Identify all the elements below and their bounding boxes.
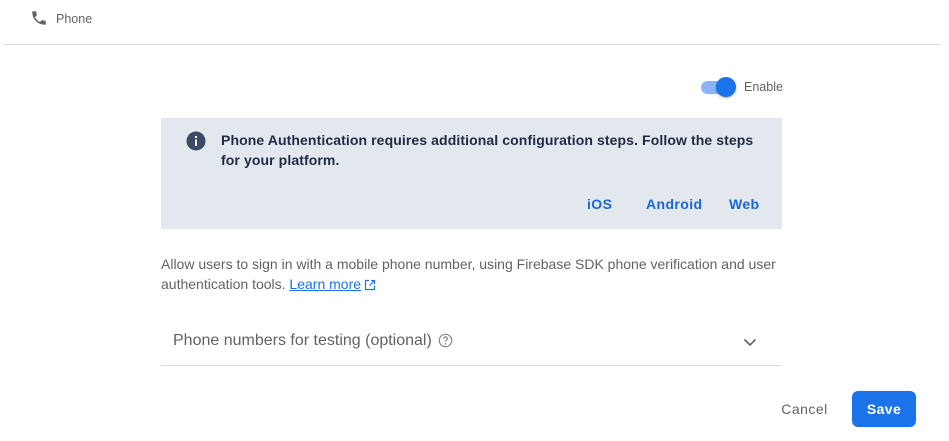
android-link[interactable]: Android <box>646 196 702 212</box>
external-link-icon[interactable] <box>364 279 376 291</box>
enable-toggle[interactable]: Enable <box>700 77 790 97</box>
learn-more-link[interactable]: Learn more <box>289 276 361 292</box>
web-link[interactable]: Web <box>729 196 760 212</box>
dialog-title: Phone <box>56 12 93 26</box>
testing-numbers-label: Phone numbers for testing (optional) <box>173 332 432 349</box>
toggle-label: Enable <box>744 80 783 94</box>
save-button[interactable]: Save <box>852 391 916 427</box>
description: Allow users to sign in with a mobile pho… <box>161 254 782 294</box>
chevron-down-icon[interactable] <box>741 333 759 351</box>
testing-numbers-expander[interactable]: Phone numbers for testing (optional) <box>161 318 782 366</box>
ios-link[interactable]: iOS <box>587 196 612 212</box>
info-text: Phone Authentication requires additional… <box>221 132 754 168</box>
toggle-thumb[interactable] <box>716 77 736 97</box>
phone-icon <box>32 11 46 25</box>
description-text: Allow users to sign in with a mobile pho… <box>161 256 776 292</box>
dialog-header: Phone <box>4 0 941 45</box>
cancel-button[interactable]: Cancel <box>771 392 838 426</box>
info-banner: Phone Authentication requires additional… <box>161 118 782 229</box>
help-circle-icon[interactable] <box>438 333 453 348</box>
info-icon <box>186 131 206 151</box>
